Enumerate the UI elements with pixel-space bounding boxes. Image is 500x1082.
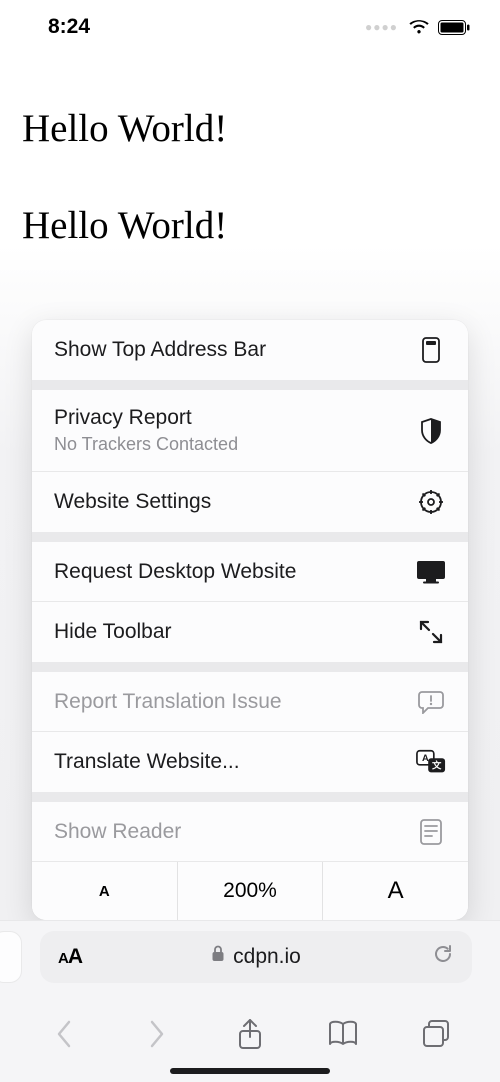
status-bar: 8:24 ●●●● [0, 0, 500, 54]
report-translation-issue-item: Report Translation Issue [32, 672, 468, 732]
home-indicator[interactable] [170, 1068, 330, 1074]
menu-label: Request Desktop Website [54, 560, 296, 584]
address-bar-url[interactable]: cdpn.io [40, 945, 472, 969]
expand-arrows-icon [416, 619, 446, 645]
battery-icon [438, 20, 470, 35]
page-text-line-2: Hello World! [22, 203, 478, 248]
hide-toolbar-item[interactable]: Hide Toolbar [32, 602, 468, 662]
menu-sub-label: No Trackers Contacted [54, 434, 238, 455]
translate-icon: A文 [416, 749, 446, 775]
address-bar-top-icon [416, 337, 446, 363]
bottom-toolbar [0, 1004, 500, 1064]
report-bubble-icon [416, 690, 446, 714]
page-content: Hello World! Hello World! [0, 54, 500, 248]
page-settings-menu: Show Top Address Bar Privacy Report No T… [32, 320, 468, 920]
forward-button [135, 1012, 179, 1056]
menu-label: Website Settings [54, 490, 211, 514]
reader-icon [416, 819, 446, 845]
previous-tab-peek[interactable] [0, 931, 22, 983]
privacy-report-item[interactable]: Privacy Report No Trackers Contacted [32, 390, 468, 472]
bookmarks-button[interactable] [321, 1012, 365, 1056]
lock-icon [211, 945, 225, 969]
increase-text-size-button[interactable]: A [323, 862, 468, 920]
url-text: cdpn.io [233, 945, 301, 969]
tabs-button[interactable] [414, 1012, 458, 1056]
gear-icon [416, 489, 446, 515]
wifi-icon [408, 19, 430, 35]
desktop-icon [416, 560, 446, 584]
page-text-line-1: Hello World! [22, 106, 478, 151]
share-button[interactable] [228, 1012, 272, 1056]
svg-text:A: A [422, 753, 429, 763]
address-bar[interactable]: AA cdpn.io [40, 931, 472, 983]
page-format-button[interactable]: AA [58, 945, 82, 969]
text-size-value[interactable]: 200% [178, 862, 324, 920]
menu-label: Show Reader [54, 820, 181, 844]
show-top-address-bar-item[interactable]: Show Top Address Bar [32, 320, 468, 380]
cellular-dots-icon: ●●●● [365, 20, 398, 34]
status-indicators: ●●●● [365, 19, 470, 35]
back-button [42, 1012, 86, 1056]
translate-website-item[interactable]: Translate Website... A文 [32, 732, 468, 792]
menu-label: Privacy Report [54, 406, 238, 430]
menu-label: Hide Toolbar [54, 620, 172, 644]
website-settings-item[interactable]: Website Settings [32, 472, 468, 532]
reload-button[interactable] [432, 943, 454, 971]
svg-text:文: 文 [431, 760, 442, 771]
text-size-control: A 200% A [32, 862, 468, 920]
menu-label: Show Top Address Bar [54, 338, 266, 362]
shield-icon [416, 418, 446, 444]
status-time: 8:24 [48, 15, 90, 39]
menu-label: Translate Website... [54, 750, 240, 774]
request-desktop-website-item[interactable]: Request Desktop Website [32, 542, 468, 602]
menu-label: Report Translation Issue [54, 690, 282, 714]
show-reader-item: Show Reader [32, 802, 468, 862]
decrease-text-size-button[interactable]: A [32, 862, 178, 920]
browser-chrome: AA cdpn.io [0, 920, 500, 1082]
